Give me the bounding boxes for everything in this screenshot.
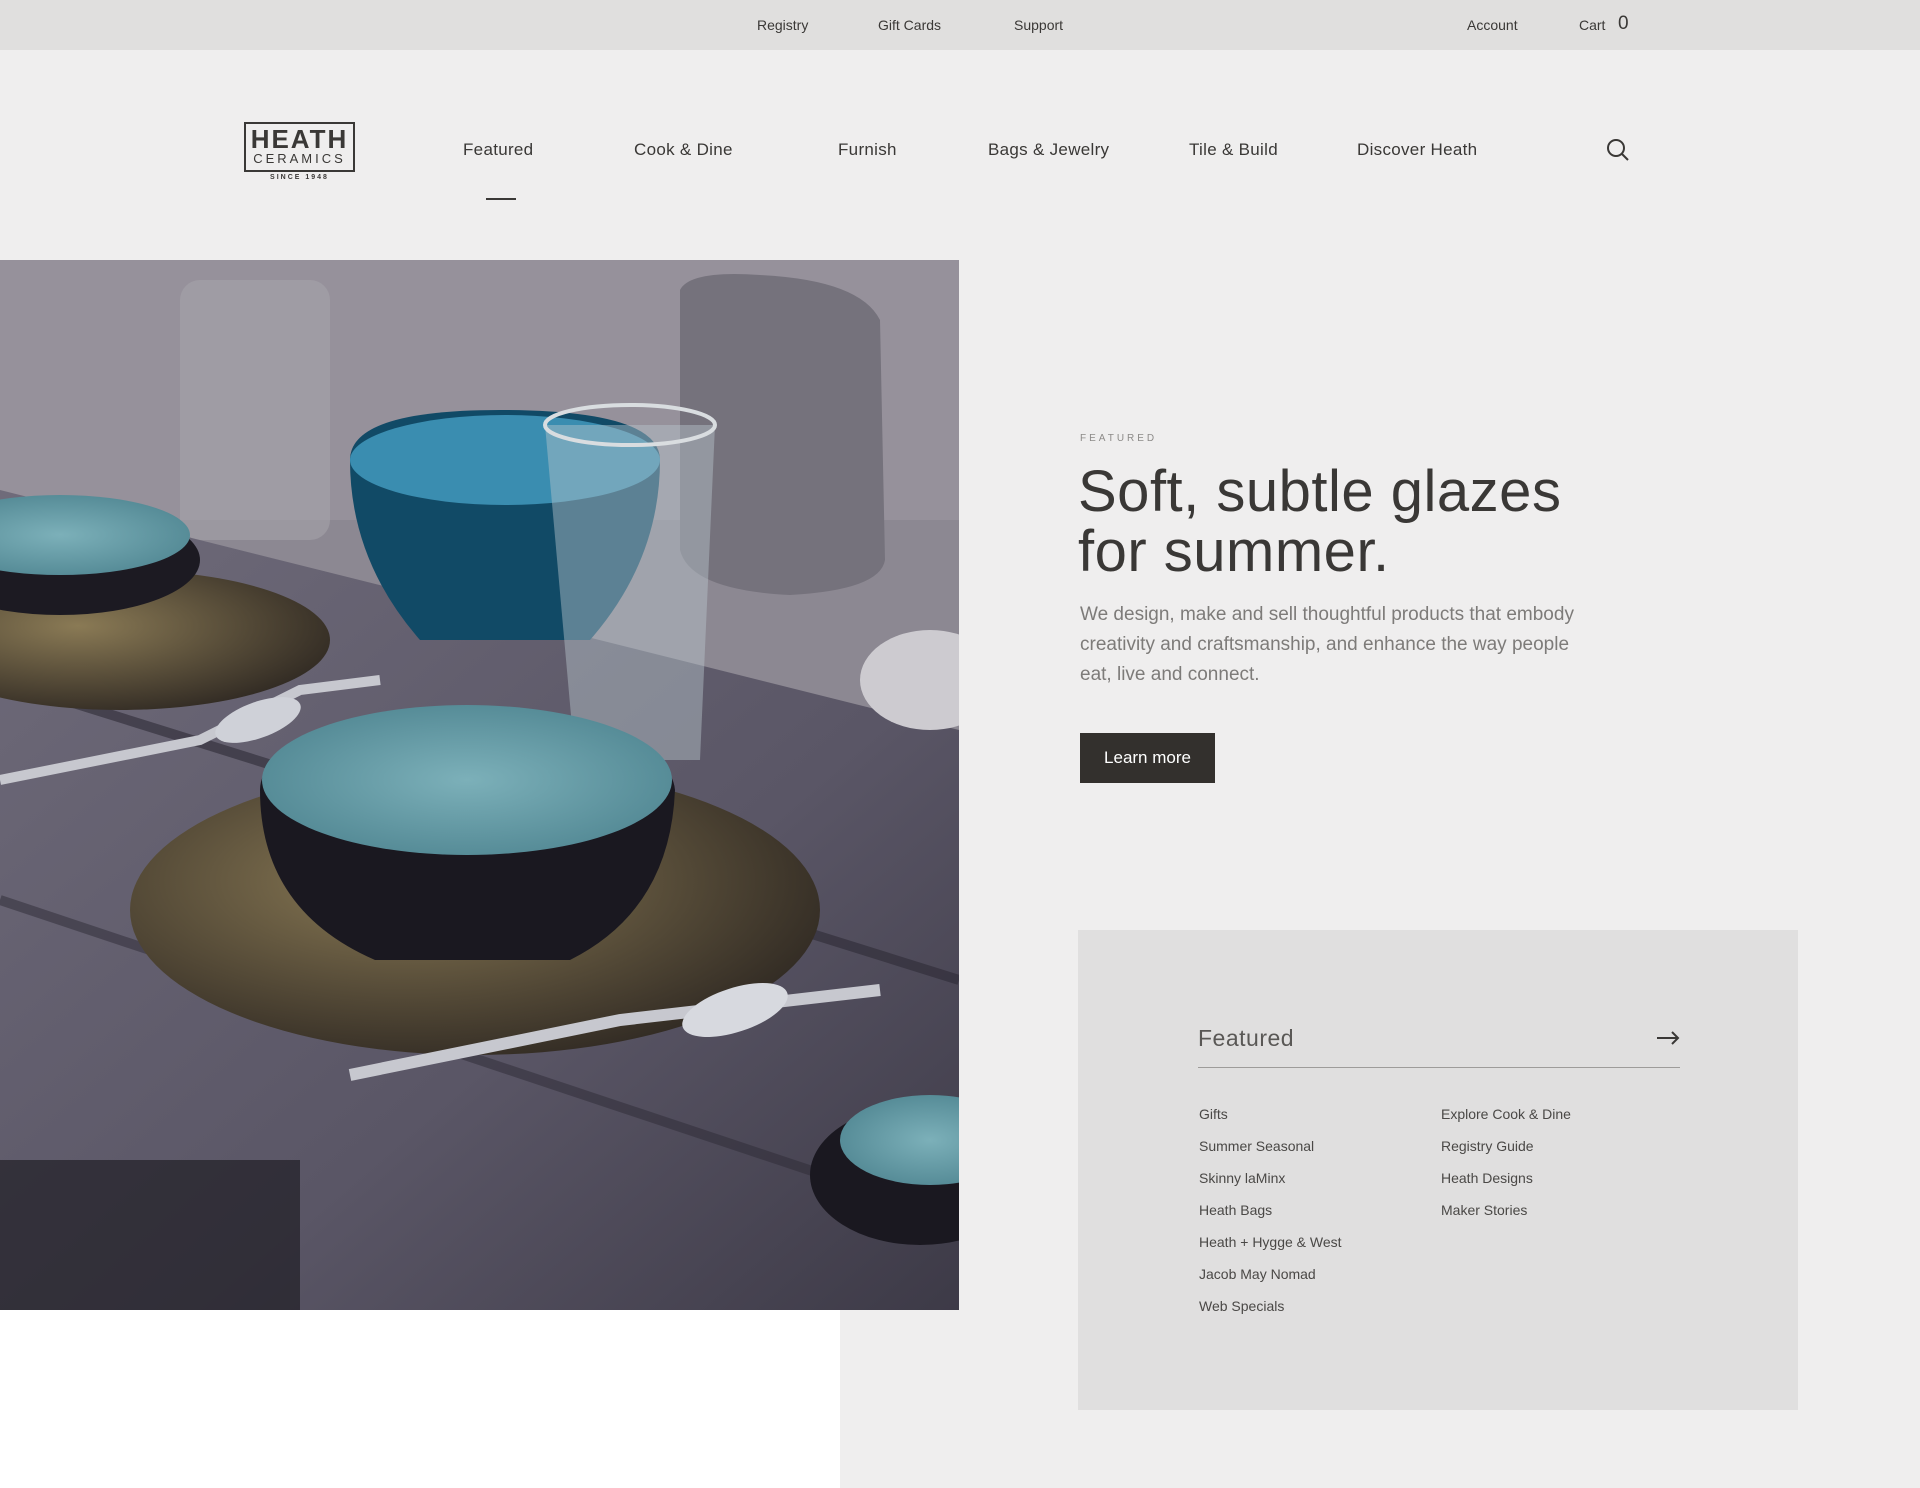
list-item: Heath + Hygge & West bbox=[1199, 1234, 1342, 1266]
nav-active-indicator bbox=[486, 198, 516, 200]
nav-item-bags-jewelry[interactable]: Bags & Jewelry bbox=[988, 140, 1109, 160]
list-item: Gifts bbox=[1199, 1106, 1342, 1138]
panel-link-web-specials[interactable]: Web Specials bbox=[1199, 1298, 1284, 1314]
panel-link-gifts[interactable]: Gifts bbox=[1199, 1106, 1228, 1122]
list-item: Explore Cook & Dine bbox=[1441, 1106, 1571, 1138]
panel-link-jacob-may-nomad[interactable]: Jacob May Nomad bbox=[1199, 1266, 1316, 1282]
panel-link-heath-designs[interactable]: Heath Designs bbox=[1441, 1170, 1533, 1186]
panel-link-summer-seasonal[interactable]: Summer Seasonal bbox=[1199, 1138, 1314, 1154]
nav-item-discover-heath[interactable]: Discover Heath bbox=[1357, 140, 1477, 160]
panel-divider bbox=[1198, 1067, 1680, 1068]
logo-wordmark: HEATH bbox=[250, 124, 349, 154]
list-item: Maker Stories bbox=[1441, 1202, 1571, 1234]
list-item: Jacob May Nomad bbox=[1199, 1266, 1342, 1298]
utility-bar: Registry Gift Cards Support Account Cart… bbox=[0, 0, 1920, 50]
featured-panel: Featured Gifts Summer Seasonal Skinny la… bbox=[1078, 930, 1798, 1410]
account-link[interactable]: Account bbox=[1467, 17, 1518, 33]
list-item: Web Specials bbox=[1199, 1298, 1342, 1330]
cart-link[interactable]: Cart bbox=[1579, 17, 1605, 33]
hero-image bbox=[0, 260, 959, 1310]
panel-link-heath-hygge-west[interactable]: Heath + Hygge & West bbox=[1199, 1234, 1342, 1250]
panel-title[interactable]: Featured bbox=[1198, 1025, 1294, 1052]
panel-link-skinny-laminx[interactable]: Skinny laMinx bbox=[1199, 1170, 1285, 1186]
panel-list-col1: Gifts Summer Seasonal Skinny laMinx Heat… bbox=[1199, 1106, 1342, 1330]
hero-subtext: We design, make and sell thoughtful prod… bbox=[1080, 604, 1574, 685]
utility-link-gift-cards[interactable]: Gift Cards bbox=[878, 17, 941, 33]
utility-link-support[interactable]: Support bbox=[1014, 17, 1063, 33]
nav-item-tile-build[interactable]: Tile & Build bbox=[1189, 140, 1278, 160]
logo-subword: CERAMICS bbox=[253, 151, 346, 166]
cart-count[interactable]: 0 bbox=[1618, 13, 1629, 35]
nav-item-furnish[interactable]: Furnish bbox=[838, 140, 897, 160]
list-item: Heath Bags bbox=[1199, 1202, 1342, 1234]
learn-more-button[interactable]: Learn more bbox=[1080, 733, 1215, 783]
arrow-right-icon[interactable] bbox=[1656, 1030, 1680, 1046]
panel-list-col2: Explore Cook & Dine Registry Guide Heath… bbox=[1441, 1106, 1571, 1234]
search-icon[interactable] bbox=[1606, 138, 1630, 162]
hero-headline: Soft, subtle glazes for summer. bbox=[1078, 459, 1562, 584]
logo-box: HEATH CERAMICS bbox=[244, 122, 355, 172]
list-item: Registry Guide bbox=[1441, 1138, 1571, 1170]
logo-since: SINCE 1948 bbox=[270, 174, 329, 181]
panel-link-maker-stories[interactable]: Maker Stories bbox=[1441, 1202, 1527, 1218]
hero-tabletop-illustration bbox=[0, 260, 959, 1310]
nav-item-cook-dine[interactable]: Cook & Dine bbox=[634, 140, 733, 160]
logo[interactable]: HEATH CERAMICS SINCE 1948 bbox=[244, 122, 355, 182]
panel-link-registry-guide[interactable]: Registry Guide bbox=[1441, 1138, 1534, 1154]
hero-eyebrow: FEATURED bbox=[1080, 433, 1158, 444]
list-item: Heath Designs bbox=[1441, 1170, 1571, 1202]
panel-link-explore-cook-dine[interactable]: Explore Cook & Dine bbox=[1441, 1106, 1571, 1122]
list-item: Skinny laMinx bbox=[1199, 1170, 1342, 1202]
white-block bbox=[0, 1310, 840, 1488]
nav-item-featured[interactable]: Featured bbox=[463, 140, 533, 160]
utility-link-registry[interactable]: Registry bbox=[757, 17, 808, 33]
panel-link-heath-bags[interactable]: Heath Bags bbox=[1199, 1202, 1272, 1218]
list-item: Summer Seasonal bbox=[1199, 1138, 1342, 1170]
